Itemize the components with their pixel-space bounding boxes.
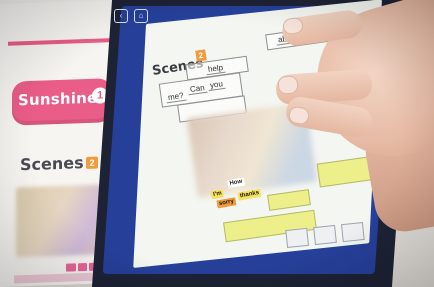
sticker[interactable]: How [227, 177, 245, 189]
slide-badge: 2 [195, 49, 207, 62]
slide-thumbnail[interactable] [340, 221, 365, 243]
photo: Sunshine 1 Scenes 2 ‹ ⌂ Scenes 2 me? Can… [0, 0, 434, 287]
slide-thumbnail[interactable] [285, 227, 310, 249]
left-section-badge: 2 [86, 156, 98, 169]
slide-thumbnail[interactable] [313, 224, 337, 246]
page-button[interactable] [66, 263, 76, 272]
sunshine-logo-word: Sunshine [18, 88, 98, 110]
page-button[interactable] [77, 262, 87, 272]
sunshine-logo: Sunshine 1 [12, 78, 112, 126]
left-tablet-status-text [10, 8, 110, 35]
sticker[interactable]: I'm [210, 189, 225, 200]
home-icon[interactable]: ⌂ [134, 9, 148, 23]
left-tablet-subtext [12, 50, 108, 63]
sticker[interactable]: sorry [216, 197, 237, 209]
back-icon[interactable]: ‹ [114, 9, 128, 23]
left-section-title: Scenes [20, 153, 84, 175]
sticker[interactable]: thanks [237, 188, 262, 201]
right-tablet-nav: ‹ ⌂ [114, 9, 148, 23]
fingernail [277, 75, 299, 95]
left-tablet-pink-stripe [8, 38, 112, 46]
